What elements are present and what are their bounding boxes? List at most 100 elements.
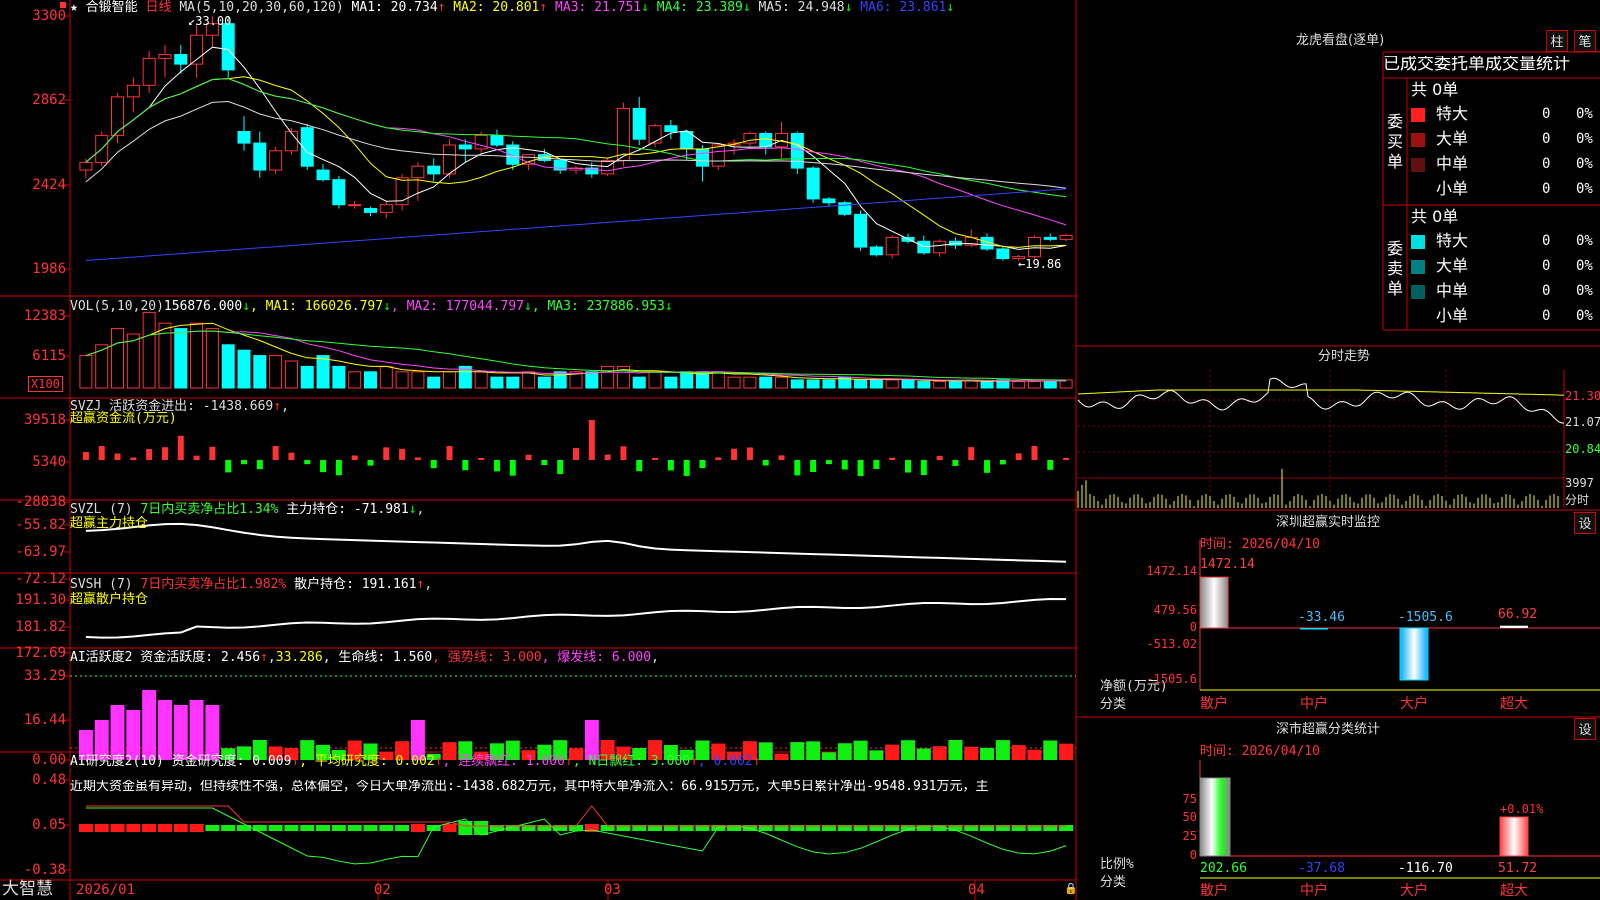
classify-y-tick: 25	[1182, 829, 1197, 843]
research-bar	[395, 825, 410, 831]
fund-flow-bar	[241, 460, 247, 465]
research-bar	[126, 824, 141, 832]
sell-row-value: 0	[1542, 283, 1551, 299]
bar-mode-button[interactable]: 柱	[1546, 30, 1568, 52]
research-line	[85, 807, 1067, 865]
volume-bar	[237, 349, 251, 389]
activity-bar	[157, 700, 172, 760]
ai-comment: 近期大资金虽有异动，但持续性不强，总体偏空，今日大单净流出:-1438.682万…	[70, 780, 989, 793]
volume-bar	[379, 365, 393, 389]
classify-y-tick: 0	[1189, 848, 1197, 862]
svsh-subtitle: 超赢散户持仓	[70, 592, 149, 607]
fenshi-tick-2: 21.07	[1565, 415, 1600, 429]
fund-flow-bar	[446, 446, 453, 460]
fund-flow-bar	[746, 447, 753, 460]
classify-category-label: 大户	[1400, 883, 1428, 899]
fund-flow-bar	[652, 457, 659, 460]
fund-flow-bar	[557, 460, 564, 475]
svsh-header: SVSH (7) 7日内买卖净占比1.982% 散户持仓: 191.161↑,	[70, 577, 433, 592]
buy-row-label: 大单	[1436, 129, 1469, 148]
volume-bar	[901, 379, 915, 389]
candle	[601, 159, 615, 175]
candle	[363, 208, 377, 213]
sell-swatch	[1411, 285, 1425, 299]
research-bar	[363, 825, 378, 831]
fund-flow-bar	[114, 453, 121, 460]
fund-flow-bar	[146, 449, 153, 460]
sell-swatch	[1411, 310, 1425, 324]
stock-name[interactable]: 合锻智能	[86, 0, 138, 15]
monitor-settings-button[interactable]: 设	[1574, 512, 1596, 534]
price-tick: 2424	[32, 177, 66, 193]
price-tick: 1986	[32, 261, 66, 277]
classify-settings-button[interactable]: 设	[1574, 718, 1596, 740]
buy-row-value: 0	[1542, 156, 1551, 172]
volume-bar	[759, 376, 773, 389]
volume-bar	[790, 379, 804, 389]
fund-flow-bar	[636, 460, 643, 472]
buy-row-label: 小单	[1436, 179, 1469, 198]
volume-bar	[822, 379, 836, 389]
fund-flow-bar	[731, 448, 738, 460]
monitor-value-label: -1505.6	[1398, 610, 1453, 625]
research-bar	[142, 824, 157, 832]
volume-bar	[727, 376, 741, 389]
sell-row-value: 0	[1542, 233, 1551, 249]
fund-flow-bar	[335, 460, 342, 476]
buy-row-value: 0	[1542, 131, 1551, 147]
vol-unit-badge[interactable]: X100	[28, 376, 63, 392]
fund-flow-bar	[478, 457, 485, 460]
fund-flow-bar	[810, 460, 817, 472]
classify-category-label: 中户	[1300, 883, 1328, 899]
activity-bar	[995, 740, 1010, 760]
buy-row-value: 0	[1542, 106, 1551, 122]
dragon-tiger-title: 龙虎看盘(逐单)	[1296, 33, 1385, 48]
fund-flow-bar	[193, 455, 200, 460]
volume-bar	[743, 376, 757, 389]
buy-row-label: 中单	[1436, 154, 1469, 173]
fund-flow-bar	[256, 460, 263, 470]
volume-bar	[917, 381, 931, 389]
fund-flow-bar	[493, 460, 500, 472]
volume-bar	[711, 371, 725, 389]
fund-flow-bar	[177, 435, 184, 460]
ai1-tick: 16.44	[23, 712, 66, 728]
volume-bar	[363, 371, 377, 389]
volume-bar	[205, 328, 219, 389]
classify-time: 时间: 2026/04/10	[1200, 744, 1320, 759]
volume-bar	[126, 333, 140, 389]
sell-row-label: 中单	[1436, 281, 1469, 300]
fund-flow-bar	[952, 460, 959, 466]
buy-row-label: 特大	[1436, 104, 1469, 123]
activity-bar	[980, 747, 995, 760]
activity-bar	[1011, 745, 1026, 760]
candle	[885, 236, 899, 256]
svzl-tick: -55.82	[15, 517, 66, 533]
classify-value-label: 51.72	[1498, 861, 1538, 876]
ma-value: MA2: 20.801	[445, 0, 540, 15]
lock-icon[interactable]: 🔒	[1064, 883, 1078, 894]
volume-bar	[585, 371, 599, 389]
classify-bar	[1199, 777, 1231, 857]
volume-bar	[253, 355, 267, 389]
svzj-tick: 39518	[23, 412, 66, 428]
volume-bar	[300, 365, 314, 389]
volume-bar	[190, 322, 204, 389]
retail-holding-line	[85, 598, 1067, 639]
volume-bar	[1027, 381, 1041, 389]
candle	[854, 213, 868, 248]
monitor-bar	[1399, 627, 1429, 681]
svzl-subtitle: 超赢主力持仓	[70, 516, 149, 531]
volume-bar	[474, 371, 488, 389]
ma-values: MA1: 20.734↑ MA2: 20.801↑ MA3: 21.751↓ M…	[352, 0, 955, 15]
period-label[interactable]: 日线	[146, 0, 172, 15]
classify-y-tick: 75	[1182, 792, 1197, 806]
ma-arrow: ↓	[742, 0, 751, 15]
classify-value-label: -116.70	[1398, 861, 1453, 876]
classify-value-label: -37.68	[1298, 861, 1345, 876]
tick-mode-button[interactable]: 笔	[1574, 30, 1596, 52]
activity-bar	[1059, 743, 1074, 760]
fenshi-avg-line	[1077, 389, 1564, 396]
vol-header: VOL(5,10,20)156876.000↓, MA1: 166026.797…	[70, 299, 673, 314]
volume-bar	[537, 376, 551, 389]
